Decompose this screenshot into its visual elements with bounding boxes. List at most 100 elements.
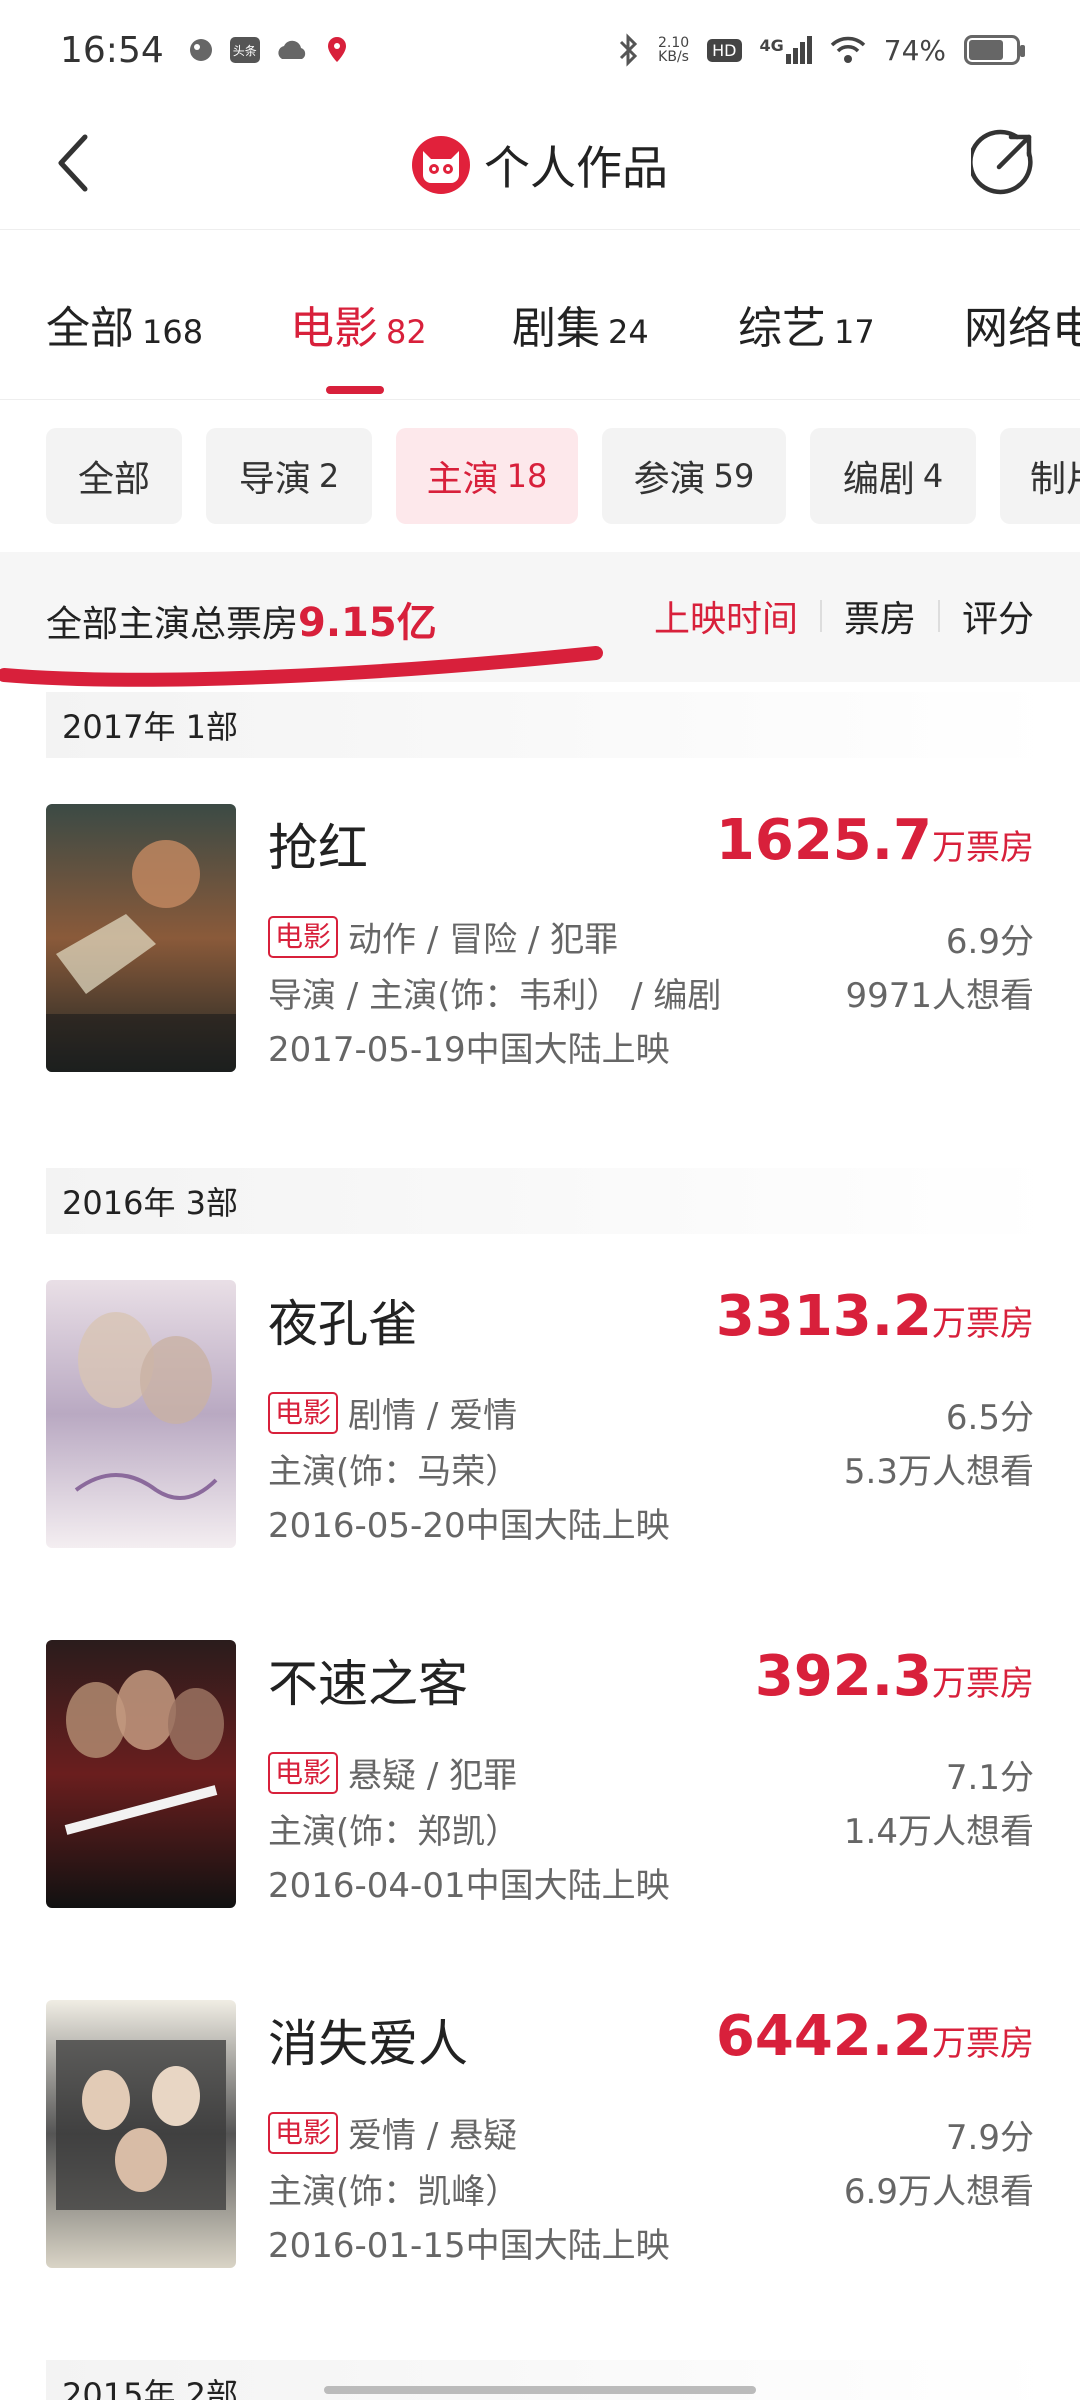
sort-by-release-date[interactable]: 上映时间 [632,590,820,642]
tab-all[interactable]: 全部 168 [46,292,203,356]
hd-icon: HD [707,38,742,62]
battery-level [969,40,1003,60]
movie-genre-row: 电影 悬疑 / 犯罪 [268,1748,517,1797]
box-office-value: 392.3 [754,1644,932,1709]
box-office-value: 3313.2 [715,1284,932,1349]
chip-lead-actor[interactable]: 主演 18 [396,428,578,524]
chip-writer[interactable]: 编剧 4 [810,428,976,524]
chip-count: 2 [318,457,340,495]
movie-score: 7.9分 [945,2118,1034,2158]
movie-card[interactable]: 夜孔雀 3313.2 万票房 电影 剧情 / 爱情 主演(饰：马荣） 2016-0… [0,1280,1080,1560]
movie-release: 2016-05-20中国大陆上映 [268,1506,670,1546]
movie-box-office: 6442.2 万票房 [716,2004,1034,2069]
chip-count: 59 [713,457,755,495]
tab-count: 17 [834,313,875,351]
movie-score: 6.5分 [945,1398,1034,1438]
signal-label: 4G [759,36,784,55]
chip-label: 主演 [426,459,499,500]
year-header-2017: 2017年 1部 [46,692,1056,758]
movie-wants: 5.3万人想看 [843,1452,1034,1492]
total-box-office-value: 9.15亿 [298,600,437,646]
tab-series[interactable]: 剧集 24 [512,292,649,356]
type-badge: 电影 [268,915,339,958]
year-header-2015: 2015年 2部 [46,2360,1056,2400]
movie-release: 2016-01-15中国大陆上映 [268,2226,670,2266]
movie-box-office: 392.3 万票房 [755,1644,1034,1709]
system-icons: 2.10 KB/s HD 4G 74% [616,33,1025,67]
total-box-office: 全部主演总票房9.15亿 [46,590,437,648]
tab-label: 综艺 [738,303,826,354]
chip-label: 参演 [633,459,706,500]
movie-genre-row: 电影 动作 / 冒险 / 犯罪 [268,912,618,961]
movie-genres: 爱情 / 悬疑 [348,2116,518,2156]
movie-genre-row: 电影 爱情 / 悬疑 [268,2108,517,2157]
box-office-unit: 万票房 [932,2024,1034,2064]
movie-genre-row: 电影 剧情 / 爱情 [268,1388,517,1437]
chevron-left-icon [58,134,88,192]
chip-director[interactable]: 导演 2 [206,428,372,524]
movie-genres: 动作 / 冒险 / 犯罪 [348,920,619,960]
movie-genres: 悬疑 / 犯罪 [348,1756,518,1796]
tab-count: 168 [142,313,204,351]
box-office-unit: 万票房 [932,1664,1034,1704]
chip-label: 全部 [77,459,150,500]
maoyan-logo-icon [412,135,470,194]
active-tab-indicator [326,386,384,394]
chip-count: 4 [922,457,944,495]
tab-movies[interactable]: 电影 82 [290,292,427,356]
page-title: 个人作品 [484,140,668,195]
movie-wants: 9971人想看 [845,976,1034,1016]
toutiao-icon: 头条 [229,37,260,63]
category-tabs: 全部168 电影82 剧集24 综艺17 网络电 [0,250,1080,400]
chip-all[interactable]: 全部 [46,428,182,524]
movie-card[interactable]: 不速之客 392.3 万票房 电影 悬疑 / 犯罪 主演(饰：郑凯） 2016-0… [0,1640,1080,1920]
total-box-office-label: 全部主演总票房 [46,604,299,645]
tab-label: 网络电 [964,303,1080,354]
movie-score: 6.9分 [945,922,1034,962]
type-badge: 电影 [268,1751,339,1794]
chip-label: 编剧 [842,459,915,500]
share-button[interactable] [966,124,1042,200]
box-office-summary: 全部主演总票房9.15亿 上映时间 票房 评分 [0,552,1080,682]
movie-card[interactable]: 抢红 1625.7 万票房 电影 动作 / 冒险 / 犯罪 导演 / 主演(饰：韦… [0,804,1080,1084]
battery-percent: 74% [883,33,946,67]
year-header-2016: 2016年 3部 [46,1168,1056,1234]
network-speed-unit: KB/s [658,49,689,65]
chip-count: 18 [506,457,548,495]
home-indicator[interactable] [324,2386,756,2394]
network-speed: 2.10 KB/s [658,36,689,64]
box-office-value: 6442.2 [715,2004,932,2069]
movie-poster [46,1640,236,1908]
page-title-group: 个人作品 [412,132,668,198]
movie-genres: 剧情 / 爱情 [348,1396,518,1436]
tab-count: 24 [608,313,649,351]
movie-release: 2016-04-01中国大陆上映 [268,1866,670,1906]
chip-label: 制片 [1030,459,1080,500]
sort-by-rating[interactable]: 评分 [940,590,1034,642]
bluetooth-icon [619,33,638,67]
movie-roles: 主演(饰：马荣） [268,1452,520,1492]
movie-roles: 主演(饰：郑凯） [268,1812,520,1852]
role-filter-chips: 全部 导演2 主演18 参演59 编剧4 制片 [0,400,1080,550]
movie-poster [46,1280,236,1548]
movie-card[interactable]: 消失爱人 6442.2 万票房 电影 爱情 / 悬疑 主演(饰：凯峰） 2016-… [0,2000,1080,2280]
nav-header: 个人作品 [0,100,1080,230]
tab-label: 剧集 [512,303,600,354]
share-icon [971,129,1033,195]
back-button[interactable] [38,128,108,198]
status-time: 16:54 [60,29,164,71]
tab-count: 82 [386,313,427,351]
movie-box-office: 1625.7 万票房 [716,808,1034,873]
type-badge: 电影 [268,1391,339,1434]
tab-web[interactable]: 网络电 [964,292,1080,356]
tab-label: 全部 [46,303,134,354]
type-badge: 电影 [268,2111,339,2154]
movie-title: 消失爱人 [268,2015,468,2073]
chip-supporting[interactable]: 参演 59 [602,428,786,524]
chip-producer[interactable]: 制片 [1000,428,1080,524]
movie-roles: 导演 / 主演(饰：韦利） / 编剧 [268,976,722,1016]
tab-variety[interactable]: 综艺 17 [738,292,875,356]
sort-options: 上映时间 票房 评分 [632,590,1034,642]
notification-icons: 头条 [186,35,350,65]
sort-by-box-office[interactable]: 票房 [822,590,938,642]
